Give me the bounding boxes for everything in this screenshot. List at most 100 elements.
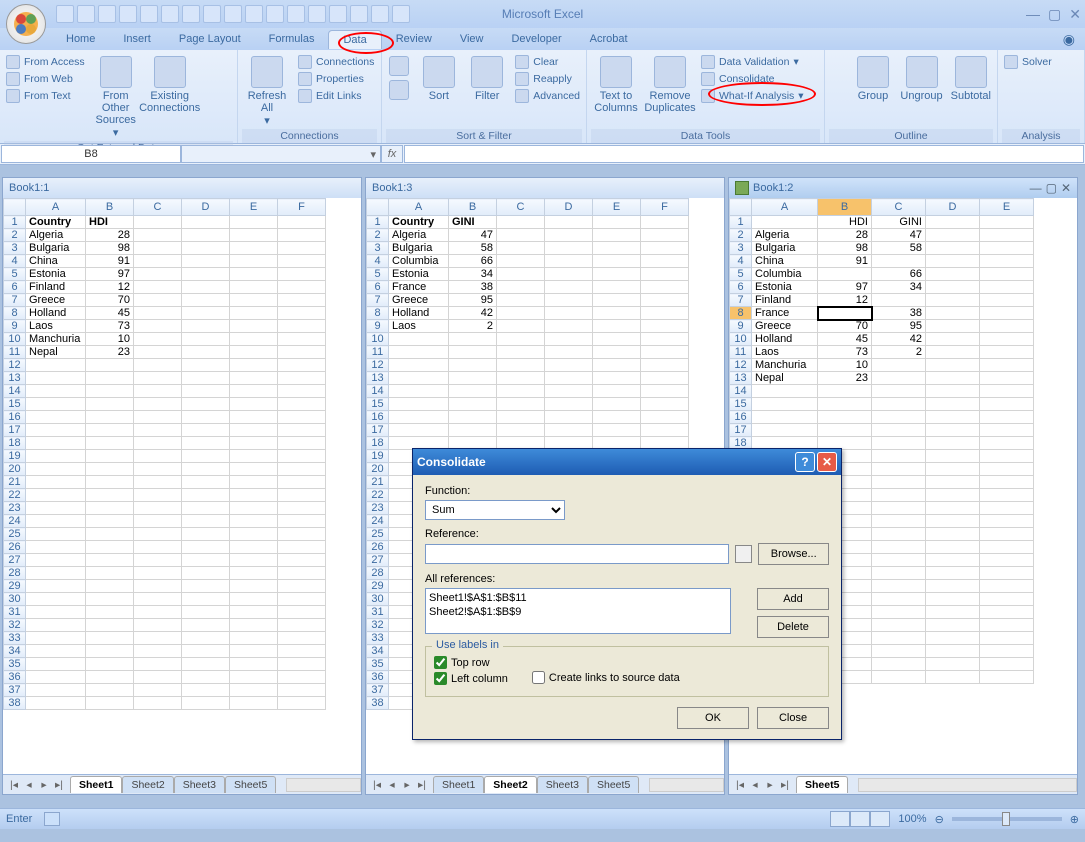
cell[interactable] — [134, 606, 182, 619]
cell[interactable]: Algeria — [752, 229, 818, 242]
cell[interactable] — [230, 515, 278, 528]
cell[interactable] — [278, 515, 326, 528]
workbook-window-1[interactable]: Book1:1 ABCDEF1CountryHDI2Algeria283Bulg… — [2, 177, 362, 795]
cell[interactable]: Algeria — [26, 229, 86, 242]
cell[interactable] — [980, 450, 1034, 463]
cell[interactable] — [26, 697, 86, 710]
cell[interactable] — [26, 489, 86, 502]
cell[interactable] — [497, 411, 545, 424]
view-normal-button[interactable] — [830, 811, 850, 827]
cell[interactable] — [182, 632, 230, 645]
cell[interactable]: France — [389, 281, 449, 294]
cell[interactable]: 91 — [86, 255, 134, 268]
function-select[interactable]: Sum — [425, 500, 565, 520]
cell[interactable] — [230, 320, 278, 333]
zoom-out-button[interactable]: ⊖ — [935, 813, 944, 826]
cell[interactable] — [182, 294, 230, 307]
cell[interactable] — [926, 242, 980, 255]
cell[interactable]: Laos — [389, 320, 449, 333]
dialog-close-button[interactable]: ✕ — [817, 452, 837, 472]
cell[interactable] — [134, 554, 182, 567]
cell[interactable] — [872, 476, 926, 489]
cell[interactable] — [134, 294, 182, 307]
cell[interactable]: Country — [389, 216, 449, 229]
view-layout-button[interactable] — [850, 811, 870, 827]
reference-input[interactable] — [425, 544, 729, 564]
list-item[interactable]: Sheet2!$A$1:$B$9 — [429, 605, 727, 619]
cell[interactable] — [497, 229, 545, 242]
cell[interactable] — [230, 255, 278, 268]
cell[interactable] — [26, 606, 86, 619]
cell[interactable] — [86, 697, 134, 710]
cell[interactable] — [86, 528, 134, 541]
cell[interactable]: 66 — [449, 255, 497, 268]
cell[interactable]: 47 — [449, 229, 497, 242]
nav-first[interactable]: |◂ — [733, 779, 747, 791]
cell[interactable] — [182, 333, 230, 346]
cell[interactable] — [134, 697, 182, 710]
cell[interactable] — [26, 619, 86, 632]
cell[interactable] — [545, 216, 593, 229]
cell[interactable] — [182, 268, 230, 281]
nav-last[interactable]: ▸| — [52, 779, 66, 791]
cell[interactable]: 38 — [872, 307, 926, 320]
cell[interactable] — [872, 632, 926, 645]
cell[interactable] — [545, 268, 593, 281]
cell[interactable] — [818, 268, 872, 281]
qat-item[interactable] — [245, 5, 263, 23]
cell[interactable] — [26, 580, 86, 593]
cell[interactable] — [278, 411, 326, 424]
cell[interactable] — [818, 424, 872, 437]
cell[interactable] — [230, 268, 278, 281]
left-column-checkbox[interactable] — [434, 672, 447, 685]
cell[interactable] — [26, 424, 86, 437]
cell[interactable]: Bulgaria — [389, 242, 449, 255]
cell[interactable]: Laos — [752, 346, 818, 359]
cell[interactable] — [926, 502, 980, 515]
cell[interactable]: Manchuria — [752, 359, 818, 372]
cell[interactable] — [980, 645, 1034, 658]
cell[interactable] — [134, 333, 182, 346]
cell[interactable] — [278, 541, 326, 554]
cell[interactable] — [278, 255, 326, 268]
cell[interactable] — [545, 242, 593, 255]
cell[interactable] — [980, 346, 1034, 359]
win-close[interactable]: ✕ — [1061, 181, 1071, 195]
top-row-checkbox[interactable] — [434, 656, 447, 669]
from-web-button[interactable]: From Web — [4, 71, 87, 87]
cell[interactable] — [134, 632, 182, 645]
cell[interactable] — [26, 411, 86, 424]
cell[interactable]: 28 — [86, 229, 134, 242]
cell[interactable]: 45 — [818, 333, 872, 346]
qat-item[interactable] — [203, 5, 221, 23]
cell[interactable] — [182, 554, 230, 567]
cell[interactable] — [134, 463, 182, 476]
cell[interactable] — [926, 398, 980, 411]
cell[interactable] — [230, 333, 278, 346]
cell[interactable] — [134, 580, 182, 593]
cell[interactable] — [980, 307, 1034, 320]
cell[interactable]: Country — [26, 216, 86, 229]
cell[interactable] — [497, 268, 545, 281]
cell[interactable] — [545, 372, 593, 385]
cell[interactable] — [278, 424, 326, 437]
close-button[interactable]: ✕ — [1069, 6, 1081, 23]
cell[interactable] — [872, 567, 926, 580]
cell[interactable]: Estonia — [26, 268, 86, 281]
cell[interactable] — [182, 398, 230, 411]
nav-next[interactable]: ▸ — [400, 779, 414, 791]
office-button[interactable] — [6, 4, 46, 44]
cell[interactable] — [593, 242, 641, 255]
cell[interactable]: 10 — [818, 359, 872, 372]
cell[interactable] — [86, 632, 134, 645]
nav-last[interactable]: ▸| — [415, 779, 429, 791]
cell[interactable] — [497, 294, 545, 307]
cell[interactable] — [230, 476, 278, 489]
cell[interactable] — [134, 255, 182, 268]
sheet-tab[interactable]: Sheet2 — [122, 776, 173, 793]
cell[interactable] — [389, 411, 449, 424]
qat-item[interactable] — [119, 5, 137, 23]
cell[interactable] — [926, 580, 980, 593]
cell[interactable] — [926, 554, 980, 567]
cell[interactable] — [134, 450, 182, 463]
